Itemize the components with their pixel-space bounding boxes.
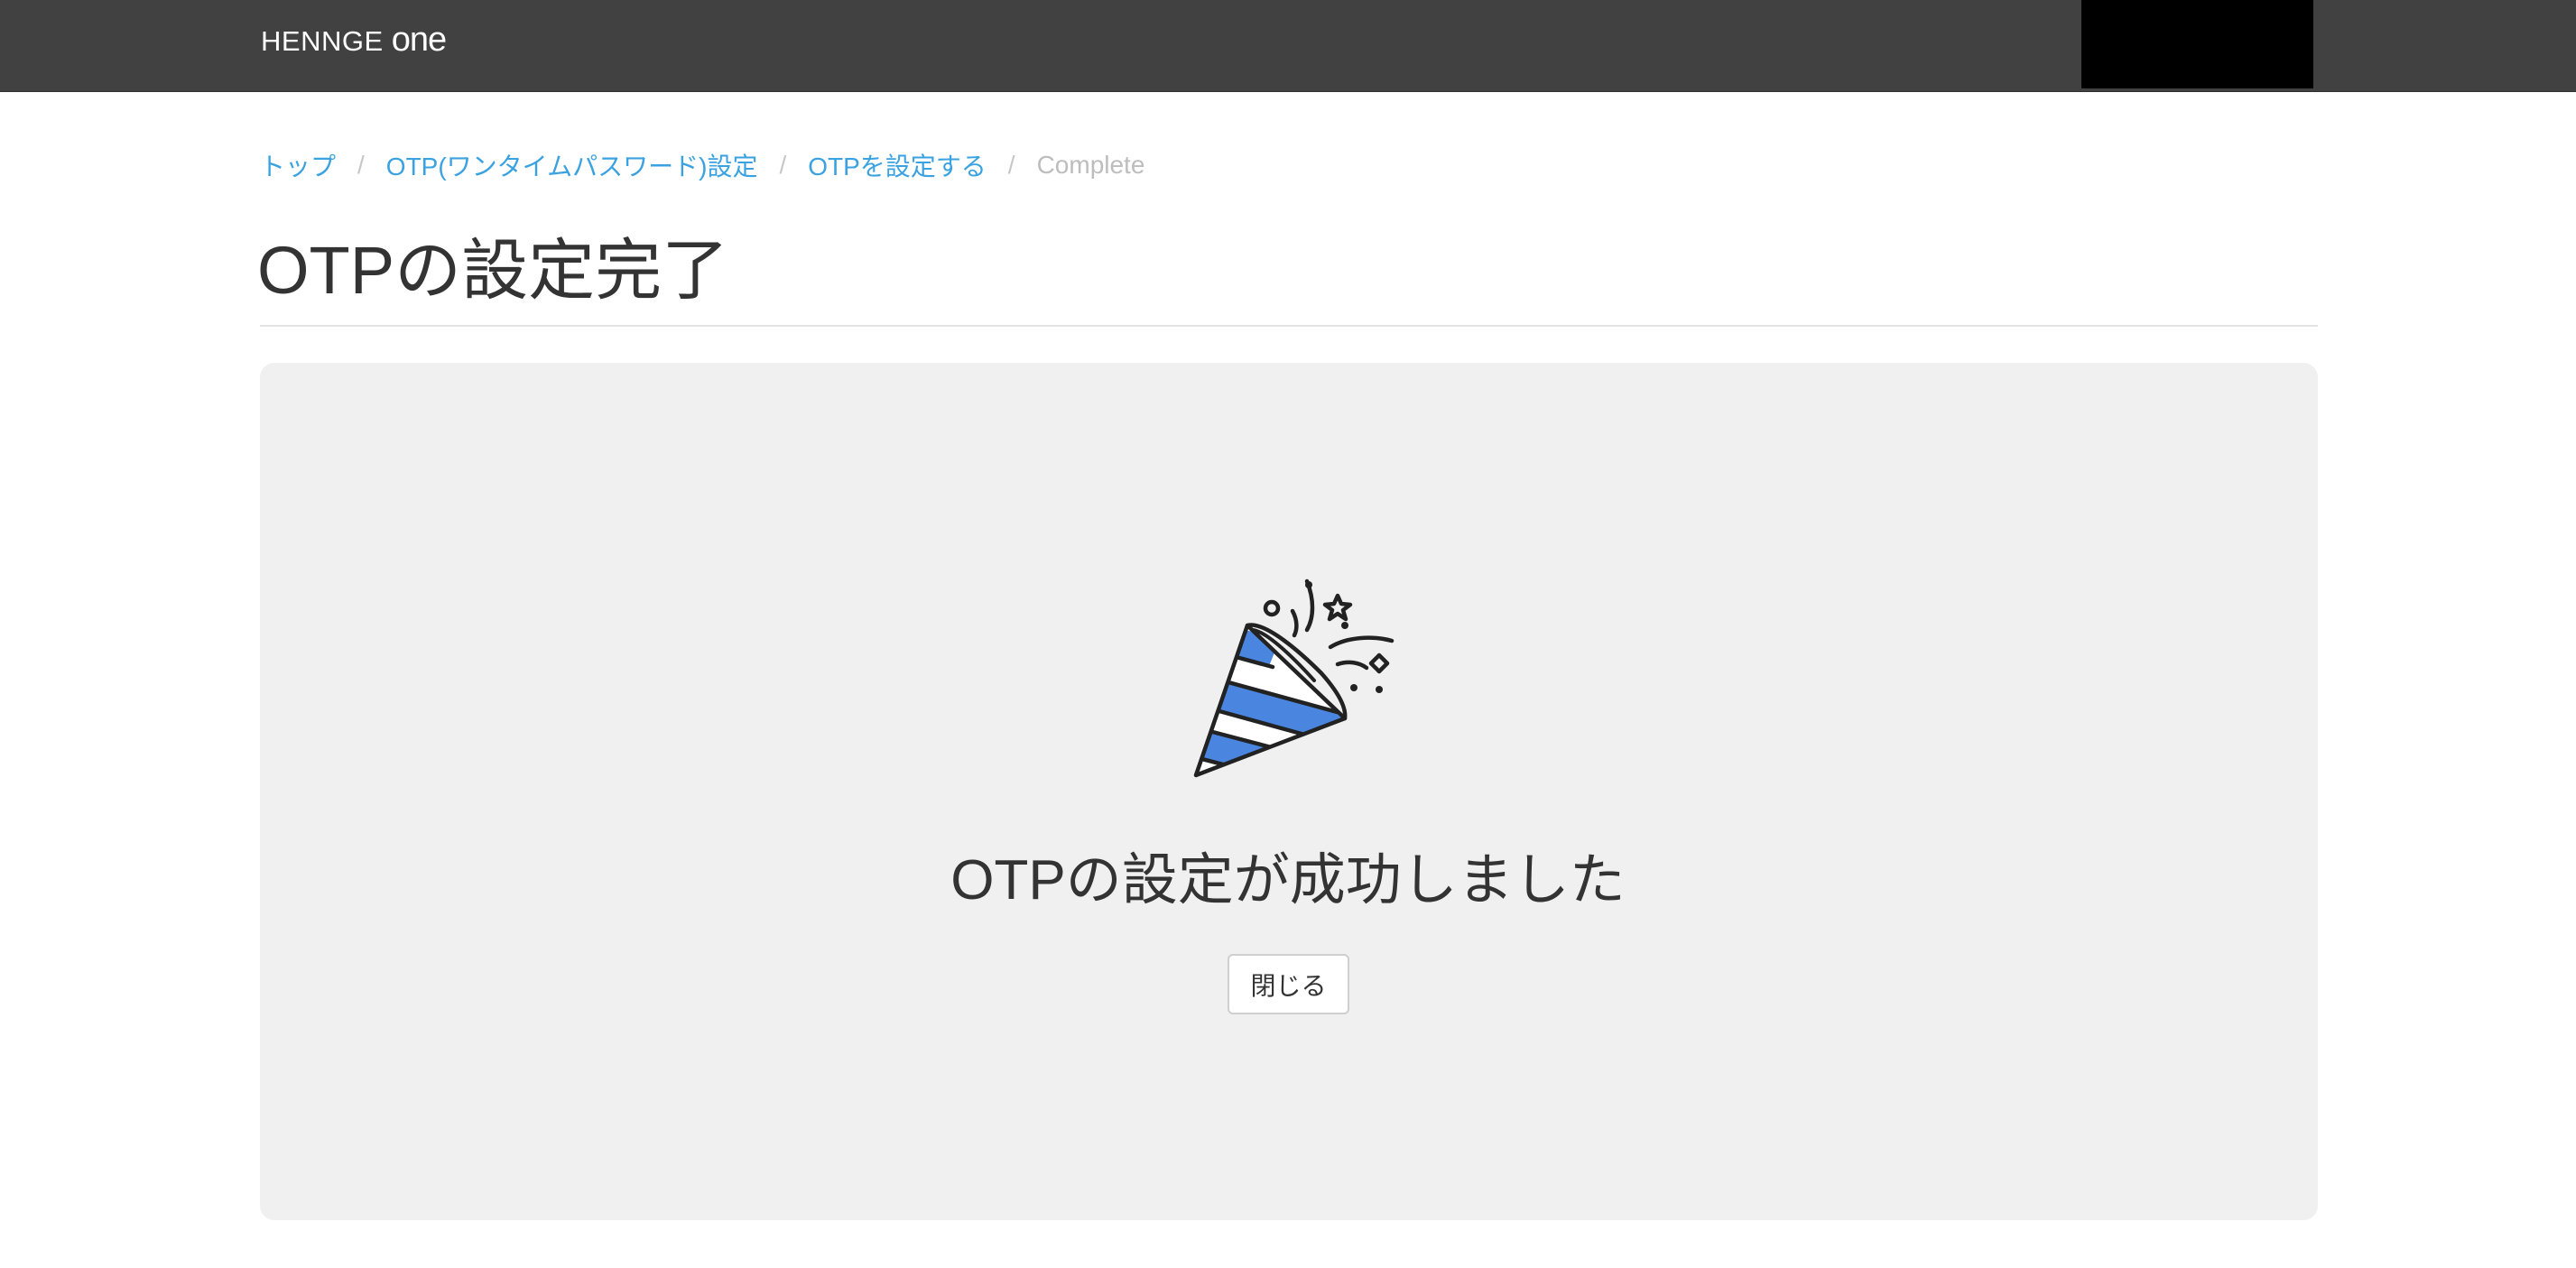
logo-text-main: HENNGE xyxy=(261,25,392,57)
party-popper-icon xyxy=(1193,578,1395,778)
logo-text-suffix: one xyxy=(391,21,447,59)
breadcrumb-separator: / xyxy=(1007,151,1015,179)
breadcrumb-link-setup-otp[interactable]: OTPを設定する xyxy=(808,147,987,183)
completion-panel xyxy=(260,363,2318,1220)
success-message: OTPの設定が成功しました xyxy=(950,849,1626,912)
hennge-one-logo[interactable]: HENNGE one xyxy=(261,21,447,60)
close-button[interactable]: 閉じる xyxy=(1228,954,1349,1014)
breadcrumb-separator: / xyxy=(779,151,787,179)
title-divider xyxy=(260,325,2318,327)
breadcrumb-separator: / xyxy=(357,151,365,179)
user-menu-redacted[interactable] xyxy=(2081,0,2313,88)
breadcrumb: トップ / OTP(ワンタイムパスワード)設定 / OTPを設定する / Com… xyxy=(260,147,1144,183)
breadcrumb-link-top[interactable]: トップ xyxy=(260,147,336,183)
breadcrumb-link-otp-settings[interactable]: OTP(ワンタイムパスワード)設定 xyxy=(386,147,758,183)
breadcrumb-current: Complete xyxy=(1036,151,1145,179)
top-navigation-bar: HENNGE one xyxy=(0,0,2576,92)
page-title: OTPの設定完了 xyxy=(257,233,729,308)
